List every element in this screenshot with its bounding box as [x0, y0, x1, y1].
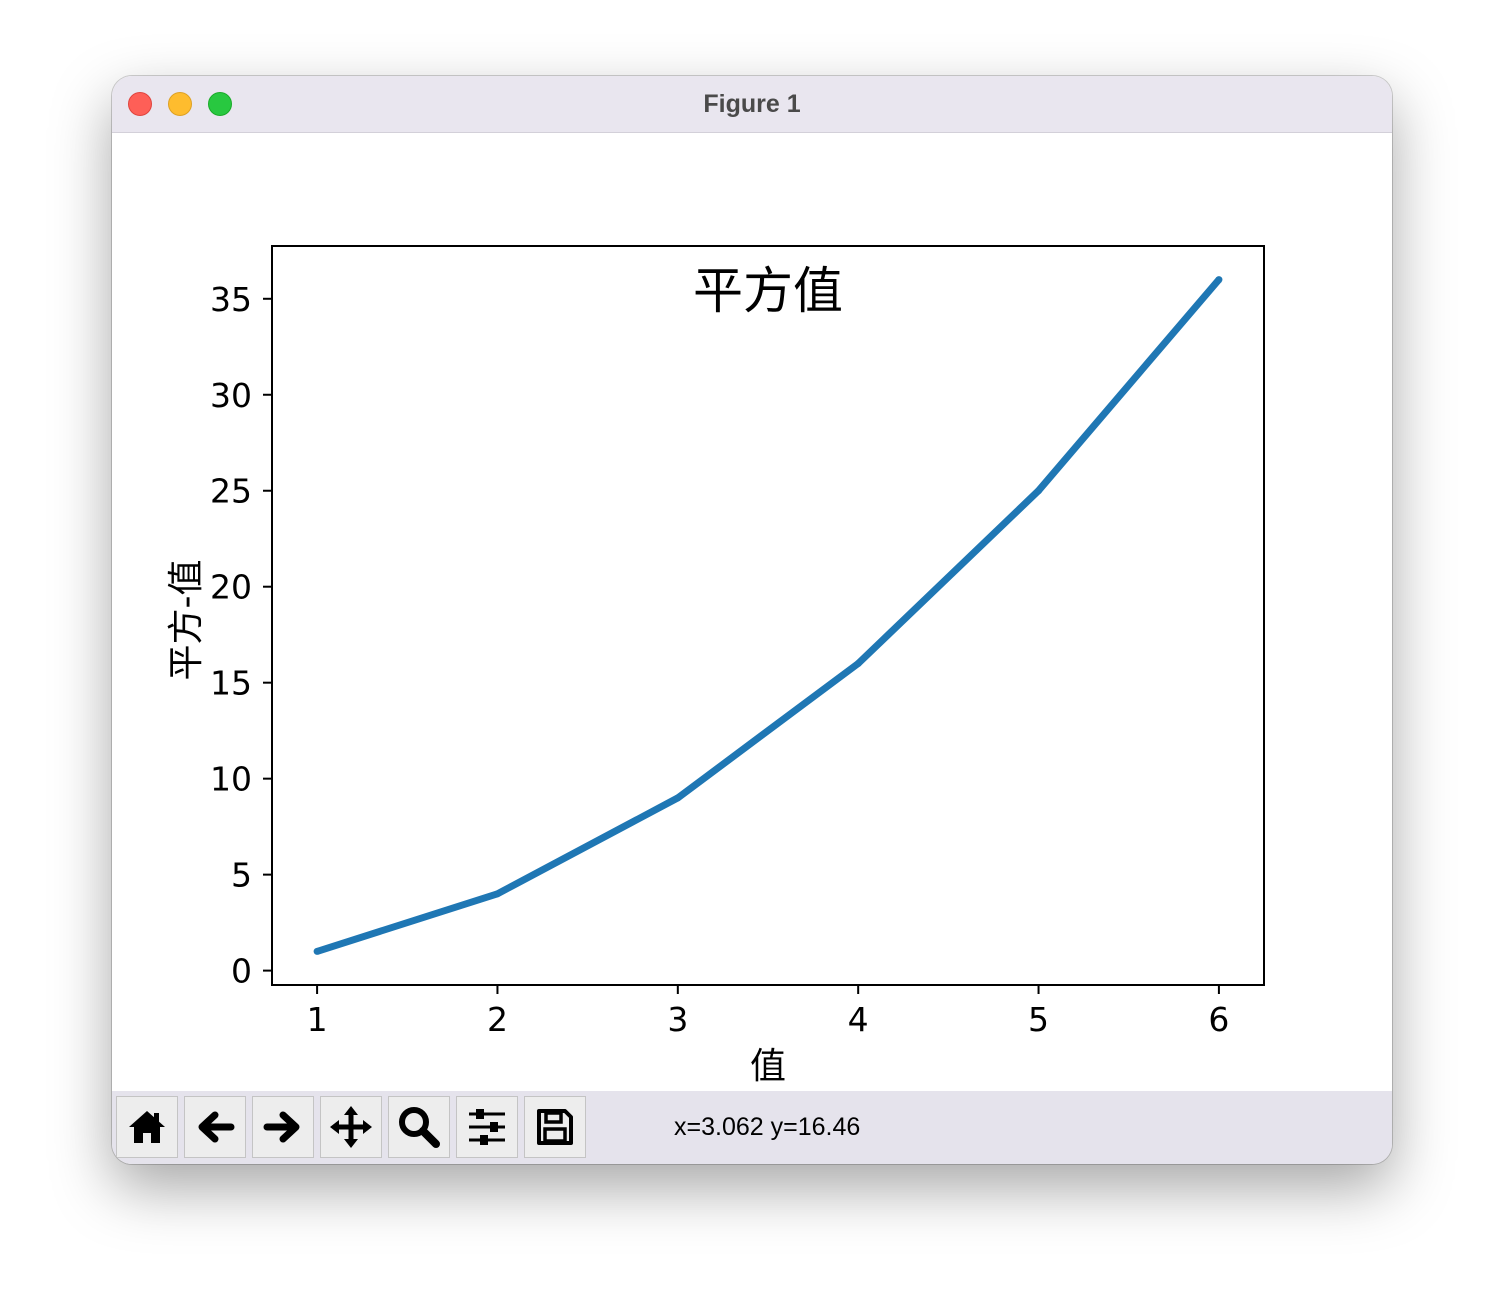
x-axis-label: 值 — [750, 1046, 786, 1087]
data-point — [493, 890, 501, 898]
x-tick-label: 4 — [848, 1000, 869, 1039]
series-line — [316, 277, 1222, 955]
figure-canvas[interactable]: 平方值 1 2 3 4 5 6 0 5 10 15 20 25 30 35 值 平方-值 — [112, 133, 1392, 1091]
back-button[interactable] — [184, 1096, 246, 1158]
y-tick-label: 30 — [210, 376, 252, 415]
data-point — [313, 947, 321, 955]
home-button[interactable] — [116, 1096, 178, 1158]
y-tick-label: 25 — [210, 472, 252, 511]
figure-window: Figure 1 平方值 1 2 3 4 5 6 0 5 10 15 20 25 30 35 值 平方-值 — [112, 76, 1392, 1164]
y-axis-label: 平方-值 — [166, 560, 207, 681]
zoom-button[interactable] — [388, 1096, 450, 1158]
data-point — [1215, 276, 1223, 284]
home-icon — [129, 1111, 165, 1143]
chart-title: 平方值 — [693, 262, 843, 320]
sliders-icon — [469, 1109, 505, 1145]
y-tick-label: 15 — [210, 664, 252, 703]
floppy-disk-icon — [537, 1109, 573, 1145]
y-tick-label: 5 — [231, 856, 252, 895]
x-tick-label: 3 — [667, 1000, 688, 1039]
chart: 平方值 1 2 3 4 5 6 0 5 10 15 20 25 30 35 值 平方-值 — [166, 245, 1265, 1087]
y-tick-label: 0 — [231, 952, 252, 991]
x-tick-label: 2 — [487, 1000, 508, 1039]
x-tick-label: 5 — [1028, 1000, 1049, 1039]
arrow-right-icon — [263, 1111, 300, 1143]
move-icon — [330, 1106, 372, 1148]
data-point — [854, 659, 862, 667]
x-tick-label: 1 — [307, 1000, 328, 1039]
forward-button[interactable] — [252, 1096, 314, 1158]
y-tick-label: 20 — [210, 568, 252, 607]
title-bar[interactable]: Figure 1 — [112, 76, 1392, 133]
pan-button[interactable] — [320, 1096, 382, 1158]
navigation-toolbar: x=3.062 y=16.46 — [112, 1091, 1392, 1164]
x-tick-label: 6 — [1208, 1000, 1229, 1039]
data-point — [1035, 487, 1043, 495]
arrow-left-icon — [198, 1111, 235, 1143]
configure-subplots-button[interactable] — [456, 1096, 518, 1158]
y-tick-label: 10 — [210, 760, 252, 799]
y-tick-label: 35 — [210, 280, 252, 319]
cursor-coordinates: x=3.062 y=16.46 — [674, 1113, 861, 1141]
plot-frame — [271, 245, 1265, 986]
window-title: Figure 1 — [703, 90, 801, 118]
save-button[interactable] — [524, 1096, 586, 1158]
magnifier-icon — [399, 1107, 440, 1148]
data-point — [674, 794, 682, 802]
